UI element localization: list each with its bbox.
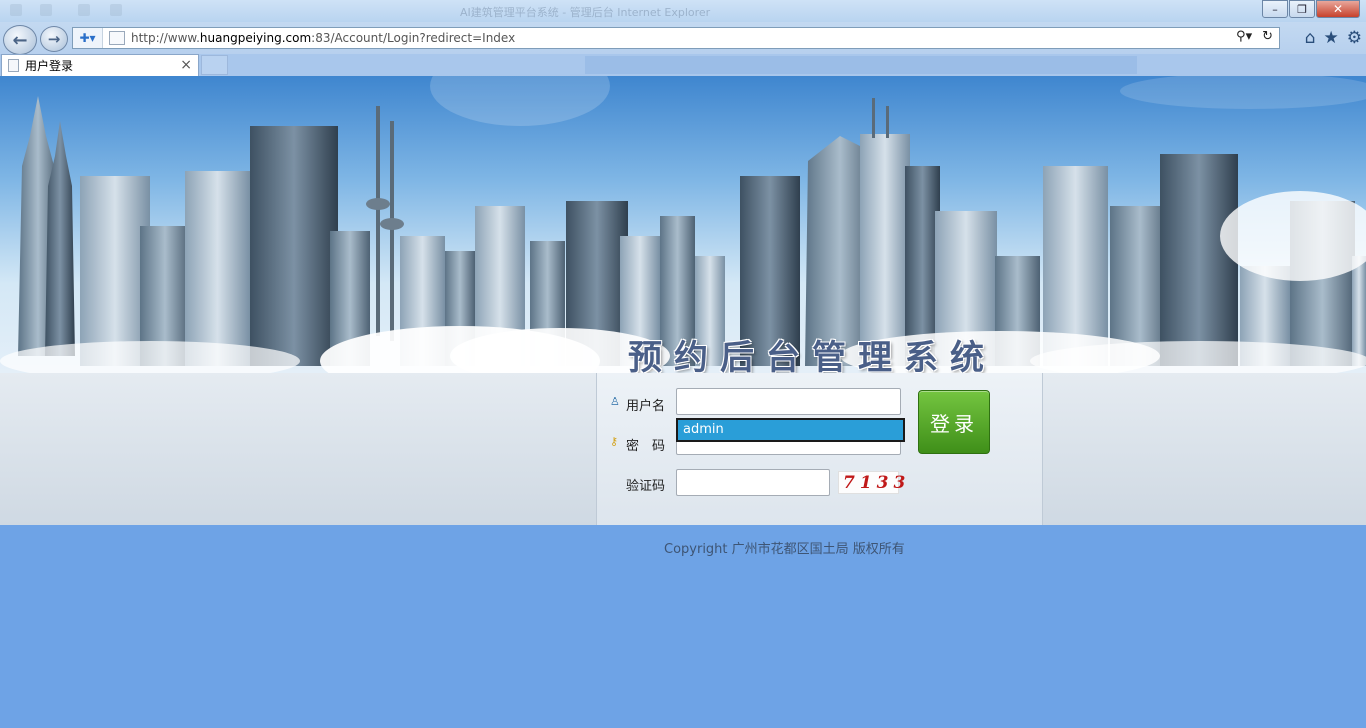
page-icon — [8, 59, 19, 72]
window-titlebar: AI建筑管理平台系统 - 管理后台 Internet Explorer – ❐ … — [0, 0, 1366, 22]
undo-icon — [78, 4, 90, 16]
tab-bar: 用户登录 × — [0, 54, 1366, 76]
login-button[interactable]: 登录 — [918, 390, 990, 454]
header-banner: 预约后台管理系统 — [0, 76, 1366, 373]
close-window-button[interactable]: ✕ — [1316, 0, 1360, 18]
user-icon: ♙ — [610, 395, 620, 408]
favorites-star-icon[interactable]: ★ — [1324, 28, 1339, 48]
url-domain: huangpeiying.com — [199, 31, 312, 45]
new-tab-button[interactable] — [201, 55, 228, 75]
page-icon — [109, 31, 125, 45]
username-label: 用户名 — [626, 399, 666, 414]
copyright-text: Copyright 广州市花都区国土局 版权所有 — [664, 542, 905, 557]
tab-close-icon[interactable]: × — [180, 57, 192, 73]
tab-label: 用户登录 — [25, 59, 74, 73]
address-bar[interactable]: ✚▾ http://www.huangpeiying.com:83/Accoun… — [72, 27, 1280, 49]
app-icon — [10, 4, 22, 16]
key-icon: ⚷ — [610, 435, 619, 448]
captcha-image[interactable]: 7133 — [838, 471, 905, 494]
window-controls: – ❐ ✕ — [1261, 0, 1360, 18]
city-skyline-image — [0, 76, 1366, 373]
back-arrow-icon: ← — [12, 29, 28, 51]
browser-navbar: ← → ✚▾ http://www.huangpeiying.com:83/Ac… — [0, 22, 1366, 55]
minimize-button[interactable]: – — [1262, 0, 1288, 18]
tab-bar-ghost — [585, 56, 1137, 74]
autocomplete-suggestion[interactable]: admin — [676, 418, 905, 442]
quick-access-icon — [40, 4, 52, 16]
settings-gear-icon[interactable]: ⚙ — [1347, 28, 1362, 48]
security-shield-icon[interactable]: ✚▾ — [73, 28, 103, 48]
refresh-icon[interactable]: ↻ — [1262, 29, 1273, 44]
redo-icon — [110, 4, 122, 16]
captcha-input[interactable] — [676, 469, 830, 496]
window-title: AI建筑管理平台系统 - 管理后台 Internet Explorer — [460, 6, 711, 19]
captcha-label: 验证码 — [626, 479, 666, 494]
username-input[interactable] — [676, 388, 901, 415]
forward-button[interactable]: → — [40, 26, 68, 52]
home-icon[interactable]: ⌂ — [1305, 28, 1316, 48]
back-button[interactable]: ← — [3, 25, 37, 55]
forward-arrow-icon: → — [47, 30, 61, 48]
restore-button[interactable]: ❐ — [1289, 0, 1315, 18]
password-label: 密 码 — [626, 439, 666, 454]
banner-title: 预约后台管理系统 — [628, 338, 996, 373]
tab-login[interactable]: 用户登录 × — [1, 54, 199, 76]
search-icon[interactable]: ⚲▾ — [1236, 29, 1252, 44]
url-text[interactable]: http://www.huangpeiying.com:83/Account/L… — [131, 31, 515, 45]
browser-toolbar: ⌂ ★ ⚙ — [1305, 28, 1362, 48]
